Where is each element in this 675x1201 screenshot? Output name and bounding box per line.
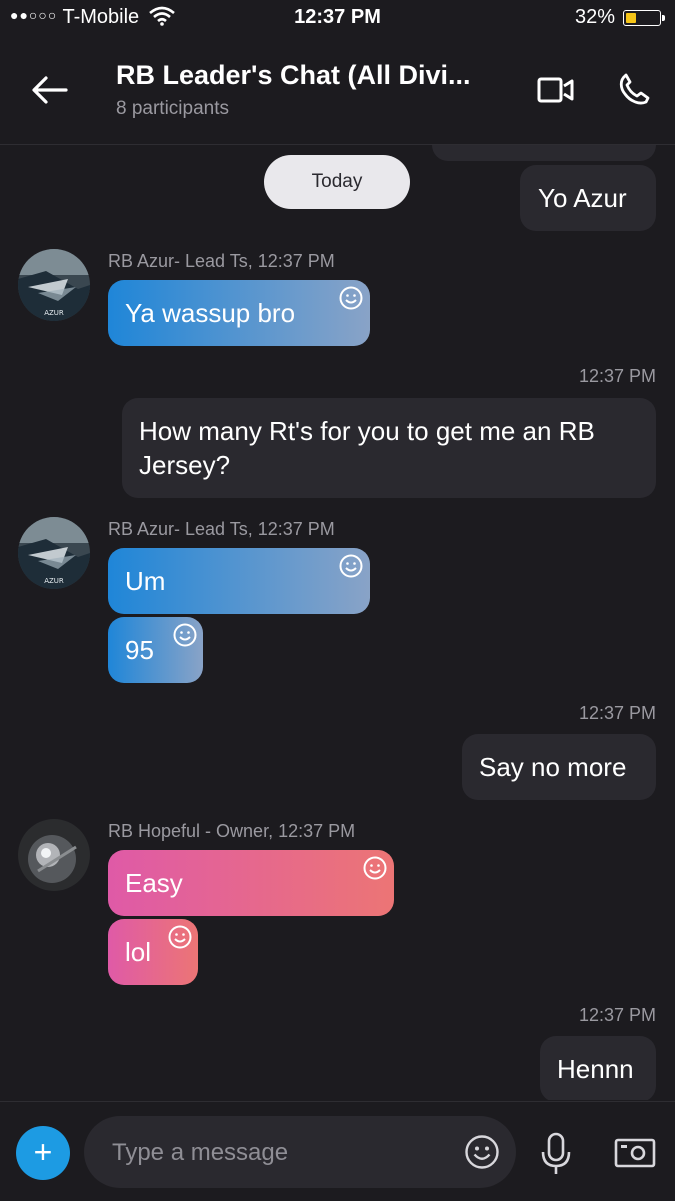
avatar-hopeful-image [18,819,90,891]
message-text: Um [125,566,166,596]
message-sender-meta: RB Hopeful - Owner, 12:37 PM [108,821,356,841]
add-reaction-icon[interactable] [338,285,364,311]
avatar-azur-image: AZUR [18,517,90,589]
message-bubble-outgoing[interactable]: Yo Azur [520,165,656,231]
message-list[interactable]: Today Yo Azur AZUR RB Azur- Lead Ts, 12:… [0,145,675,1100]
avatar-azur-image: AZUR [18,249,90,321]
add-reaction-icon[interactable] [338,553,364,579]
message-bubble-outgoing[interactable]: How many Rt's for you to get me an RB Je… [122,398,656,498]
avatar-azur[interactable]: AZUR [18,517,90,589]
back-arrow-icon[interactable] [30,72,70,108]
add-reaction-icon[interactable] [167,924,193,950]
add-reaction-icon[interactable] [172,622,198,648]
camera-icon[interactable] [614,1138,656,1168]
phone-call-icon[interactable] [614,72,654,108]
message-bubble-incoming[interactable]: lol [108,919,198,985]
date-divider: Today [264,155,410,209]
message-text: Easy [125,868,183,898]
avatar-azur[interactable]: AZUR [18,249,90,321]
add-icon: + [33,1134,53,1170]
message-sender-meta: RB Azur- Lead Ts, 12:37 PM [108,251,335,271]
status-bar: ●●○○○ T-Mobile 12:37 PM 32% [0,0,675,38]
message-bubble-incoming[interactable]: Um [108,548,370,614]
avatar-label: AZUR [44,577,64,585]
add-button[interactable]: + [16,1126,70,1180]
message-bubble-incoming[interactable]: 95 [108,617,203,683]
message-bubble-outgoing[interactable]: Say no more [462,734,656,800]
message-timestamp: 12:37 PM [578,703,656,723]
battery-icon [623,10,665,26]
add-reaction-icon[interactable] [362,855,388,881]
message-bubble-incoming[interactable]: Easy [108,850,394,916]
battery-percent: 32% [574,6,615,28]
message-bubble-incoming[interactable]: Ya wassup bro [108,280,370,346]
message-input-container[interactable] [84,1116,516,1188]
chat-header: RB Leader's Chat (All Divi... 8 particip… [0,38,675,145]
message-sender-meta: RB Azur- Lead Ts, 12:37 PM [108,519,335,539]
avatar-label: AZUR [44,309,64,317]
message-text: 95 [125,635,154,665]
microphone-icon[interactable] [538,1132,574,1176]
battery-fill [626,13,636,23]
message-text: Ya wassup bro [125,298,296,328]
battery-nub [662,15,665,21]
message-text: lol [125,937,152,967]
avatar-hopeful[interactable] [18,819,90,891]
message-bubble-outgoing[interactable]: Hennn [540,1036,656,1100]
clock: 12:37 PM [294,6,381,28]
message-bubble-partial[interactable] [432,145,656,161]
message-input[interactable] [110,1134,434,1172]
message-timestamp: 12:37 PM [578,1005,656,1025]
emoji-icon[interactable] [464,1134,500,1170]
chat-title[interactable]: RB Leader's Chat (All Divi... [116,60,471,91]
message-timestamp: 12:37 PM [578,366,656,386]
video-call-icon[interactable] [536,72,576,108]
participants-count[interactable]: 8 participants [116,98,229,120]
message-composer: + [0,1101,675,1201]
